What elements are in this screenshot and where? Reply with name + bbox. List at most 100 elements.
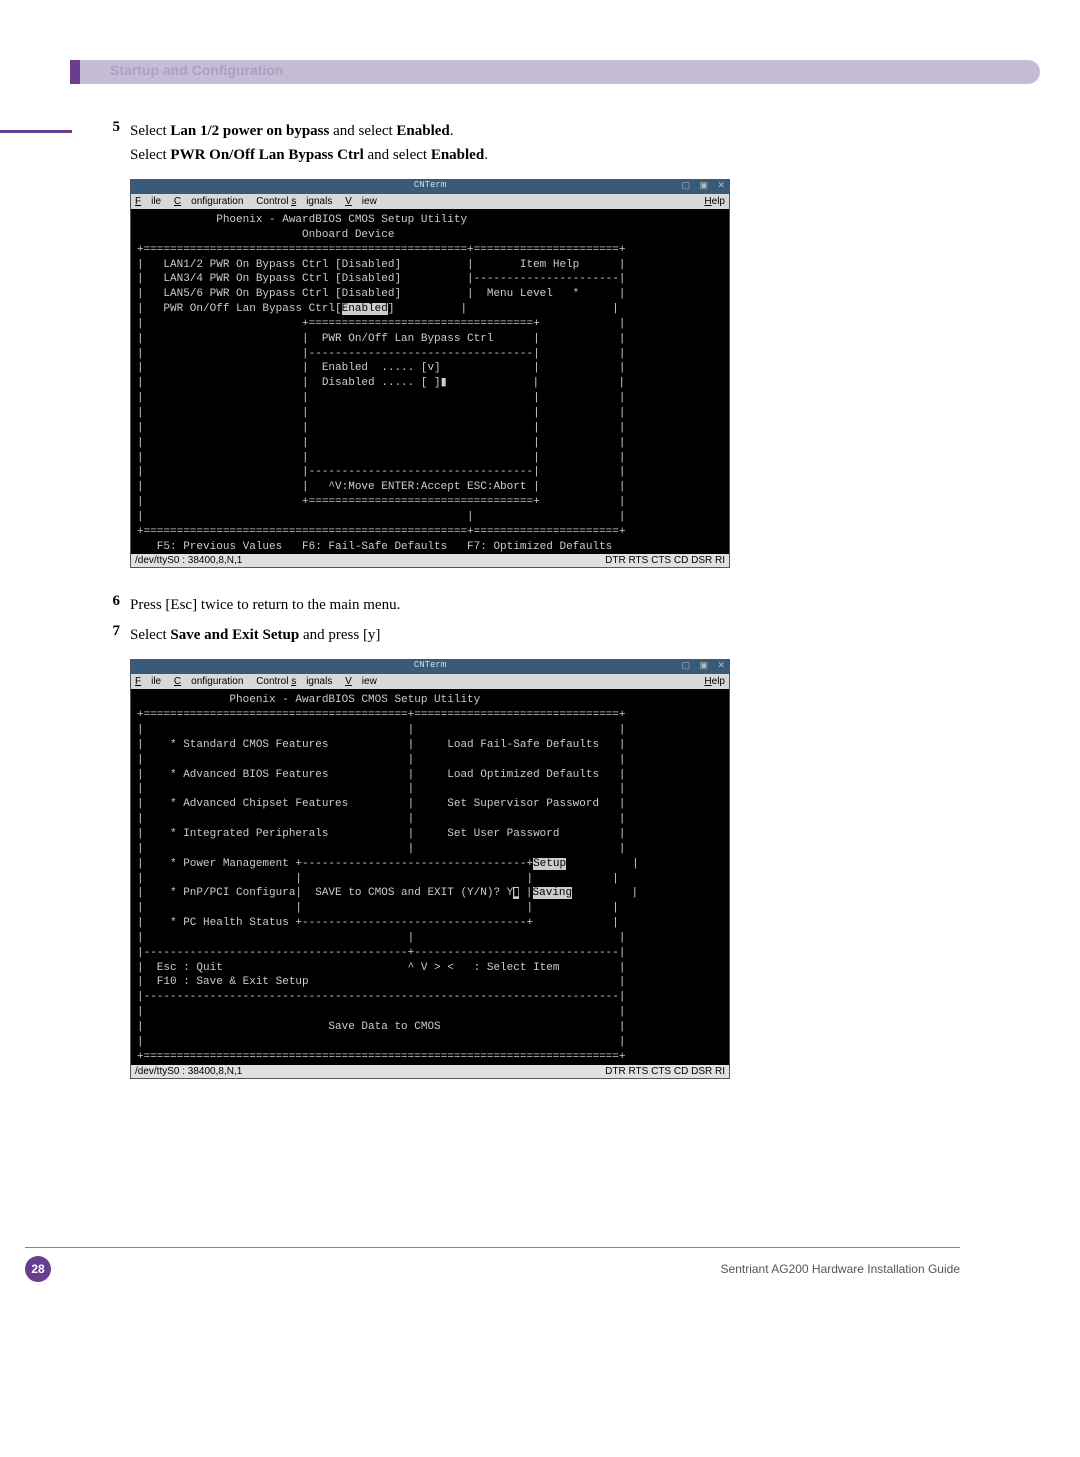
statusbar: /dev/ttyS0 : 38400,8,N,1 DTR RTS CTS CD … [131, 554, 729, 567]
menu-file[interactable]: File [135, 676, 161, 687]
ln: | | | [137, 724, 625, 736]
t: . [450, 123, 454, 139]
ln: | * Advanced Chipset Features | Set Supe… [137, 798, 625, 810]
ln: | | PWR On/Off Lan Bypass Ctrl | | [137, 333, 625, 345]
t: Select [130, 627, 170, 643]
t: Select [130, 147, 170, 163]
ln: | | Enabled ..... [v] | | [137, 362, 625, 374]
ln: +=======================================… [137, 526, 625, 538]
ln: F5: Previous Values F6: Fail-Safe Defaul… [137, 541, 612, 553]
ln: | PWR On/Off Lan Bypass Ctrl[ [137, 303, 342, 315]
menu-signals[interactable]: Control signals [256, 676, 332, 687]
window-buttons[interactable]: ▢ ▣ ✕ [682, 661, 727, 671]
ln: +=======================================… [137, 244, 625, 256]
ln: | * Power Management +------------------… [137, 858, 533, 870]
ln: | | | | [137, 902, 619, 914]
terminal-body: Phoenix - AwardBIOS CMOS Setup Utility O… [131, 209, 729, 554]
ln: | LAN5/6 PWR On Bypass Ctrl [Disabled] |… [137, 288, 625, 300]
footer-title: Sentriant AG200 Hardware Installation Gu… [721, 1262, 960, 1276]
ln: Phoenix - AwardBIOS CMOS Setup Utility [137, 214, 467, 226]
ln: ] | | [388, 303, 619, 315]
step-text: Select Lan 1/2 power on bypass and selec… [130, 119, 960, 167]
window-title: CNTerm [414, 180, 446, 190]
ln: | * Standard CMOS Features | Load Fail-S… [137, 739, 625, 751]
status-left: /dev/ttyS0 : 38400,8,N,1 [135, 1066, 242, 1077]
ln: | | | [137, 754, 625, 766]
ln: |---------------------------------------… [137, 991, 625, 1003]
window-buttons[interactable]: ▢ ▣ ✕ [682, 181, 727, 191]
menu-view[interactable]: View [345, 676, 377, 687]
t: and press [y] [299, 627, 380, 643]
step-text: Press [Esc] twice to return to the main … [130, 593, 960, 617]
menu-help[interactable]: Help [704, 676, 725, 687]
ln: | +==================================+ | [137, 496, 625, 508]
step-text: Select Save and Exit Setup and press [y] [130, 623, 960, 647]
titlebar: CNTerm ▢ ▣ ✕ [131, 660, 729, 674]
status-right: DTR RTS CTS CD DSR RI [605, 555, 725, 566]
ln: | | | | [137, 437, 625, 449]
terminal-bios-main: CNTerm ▢ ▣ ✕ File Configuration Control … [130, 659, 730, 1078]
status-right: DTR RTS CTS CD DSR RI [605, 1066, 725, 1077]
window-title: CNTerm [414, 660, 446, 670]
step-number: 5 [100, 119, 120, 167]
step-5: 5 Select Lan 1/2 power on bypass and sel… [100, 119, 960, 167]
ln: | | Disabled ..... [ ]▮ | | [137, 377, 625, 389]
t: Lan 1/2 power on bypass [170, 123, 329, 139]
ln: | * PnP/PCI Configura| SAVE to CMOS and … [137, 887, 513, 899]
ln: | | | [137, 511, 625, 523]
ln: | |----------------------------------| | [137, 348, 625, 360]
menu-signals[interactable]: Control signals [256, 196, 332, 207]
ln: | [519, 887, 532, 899]
ln: | | | | [137, 452, 625, 464]
ln: | | | [137, 843, 625, 855]
menubar: File Configuration Control signals View … [131, 674, 729, 689]
titlebar: CNTerm ▢ ▣ ✕ [131, 180, 729, 194]
menu-view[interactable]: View [345, 196, 377, 207]
ln: | | [137, 1006, 625, 1018]
step-number: 7 [100, 623, 120, 647]
ln: | Save Data to CMOS | [137, 1021, 625, 1033]
menu-config[interactable]: Configuration [174, 196, 244, 207]
ln: | F10 : Save & Exit Setup | [137, 976, 625, 988]
menubar: FFileile Configuration Control signals V… [131, 194, 729, 209]
step-6: 6 Press [Esc] twice to return to the mai… [100, 593, 960, 617]
ln: +=======================================… [137, 1051, 625, 1063]
t: Enabled [431, 147, 484, 163]
selected-value[interactable]: Enabled [342, 303, 388, 315]
status-left: /dev/ttyS0 : 38400,8,N,1 [135, 555, 242, 566]
ln: | LAN1/2 PWR On Bypass Ctrl [Disabled] |… [137, 259, 625, 271]
ln: | Esc : Quit ^ V > < : Select Item | [137, 962, 625, 974]
section-title: Startup and Configuration [110, 62, 283, 78]
ln: | | | [137, 813, 625, 825]
statusbar: /dev/ttyS0 : 38400,8,N,1 DTR RTS CTS CD … [131, 1065, 729, 1078]
ln: | | ^V:Move ENTER:Accept ESC:Abort | | [137, 481, 625, 493]
menu-file[interactable]: FFileile [135, 196, 161, 207]
ln: | | | [137, 932, 625, 944]
menu-help[interactable]: Help [704, 196, 725, 207]
purple-accent [0, 130, 72, 133]
ln: +=======================================… [137, 709, 625, 721]
step-number: 6 [100, 593, 120, 617]
ln: | |----------------------------------| | [137, 466, 625, 478]
menu-config[interactable]: Configuration [174, 676, 244, 687]
ln: | * PC Health Status +------------------… [137, 917, 619, 929]
ln: | | | | [137, 407, 625, 419]
ln: | LAN3/4 PWR On Bypass Ctrl [Disabled] |… [137, 273, 625, 285]
t: and select [364, 147, 431, 163]
ln: | [572, 887, 638, 899]
terminal-bios-onboard: CNTerm ▢ ▣ ✕ FFileile Configuration Cont… [130, 179, 730, 568]
t: and select [329, 123, 396, 139]
footer-divider [25, 1247, 960, 1248]
header-bar: Startup and Configuration [70, 60, 1040, 84]
t: PWR On/Off Lan Bypass Ctrl [170, 147, 363, 163]
terminal-body: Phoenix - AwardBIOS CMOS Setup Utility +… [131, 689, 729, 1064]
t: Select [130, 123, 170, 139]
ln: | * Integrated Peripherals | Set User Pa… [137, 828, 625, 840]
ln: Onboard Device [137, 229, 394, 241]
ln: | | | [137, 783, 625, 795]
ln: Phoenix - AwardBIOS CMOS Setup Utility [137, 694, 480, 706]
ln: |---------------------------------------… [137, 947, 625, 959]
ln: | | | | [137, 392, 625, 404]
t: Enabled [396, 123, 449, 139]
footer: 28 Sentriant AG200 Hardware Installation… [25, 1247, 960, 1282]
